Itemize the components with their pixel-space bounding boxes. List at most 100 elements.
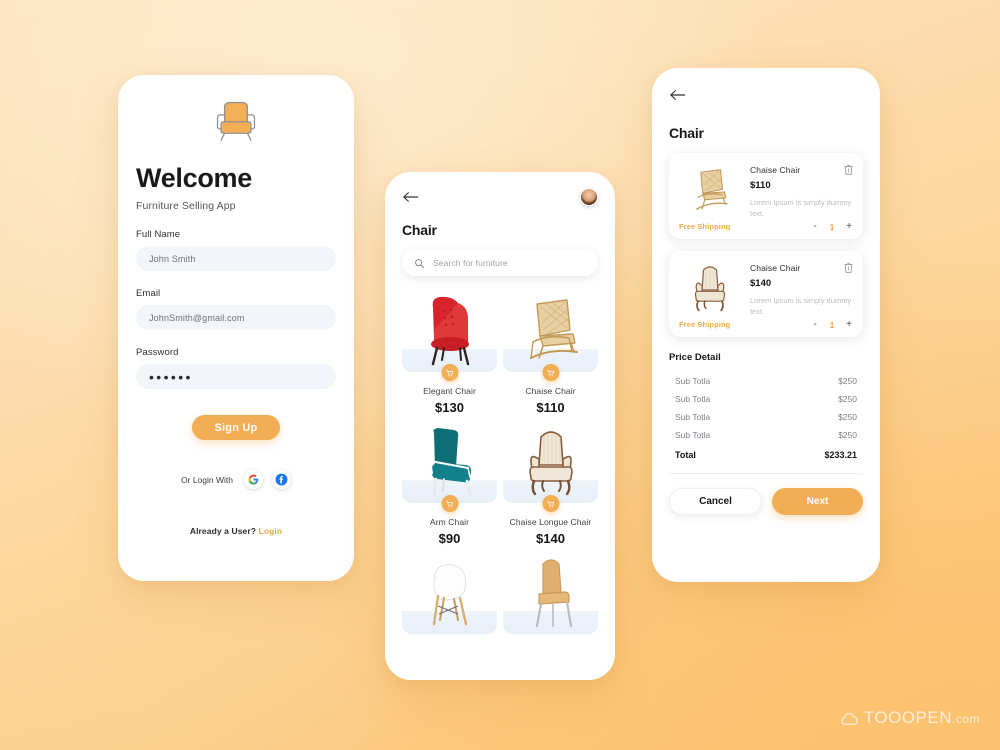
product-name: Arm Chair	[429, 517, 470, 527]
email-input[interactable]: JohnSmith@gmail.com	[136, 305, 336, 330]
trash-icon	[844, 262, 853, 273]
product-card[interactable]	[503, 552, 598, 634]
product-card[interactable]: Chaise Chair $110	[503, 290, 598, 415]
page-subtitle: Furniture Selling App	[136, 200, 236, 212]
quantity-stepper[interactable]: - 1 +	[811, 221, 853, 232]
cart-screen: Chair Chaise Chair $110 Lorem Ipsum is s…	[652, 68, 880, 582]
product-price: $130	[435, 400, 464, 415]
search-input[interactable]: Search for furniture	[402, 250, 598, 276]
antique-arm-chair-icon	[694, 266, 726, 311]
price-detail-value: $250	[838, 375, 857, 386]
price-detail-label: Sub Totla	[675, 411, 711, 422]
email-label: Email	[136, 288, 161, 299]
search-placeholder: Search for furniture	[433, 258, 508, 268]
already-user-row: Already a User? Login	[136, 526, 336, 536]
product-grid: Elegant Chair $130 Chaise Chair $110 Arm…	[402, 290, 598, 634]
trash-icon	[844, 164, 853, 175]
add-to-cart-button[interactable]	[441, 364, 458, 381]
price-detail-label: Sub Totla	[675, 375, 711, 386]
page-title: Welcome	[136, 163, 252, 193]
wooden-chair-icon	[535, 559, 572, 628]
password-field-group: Password ••••••	[136, 347, 336, 389]
decrease-quantity-button[interactable]: -	[811, 221, 819, 232]
cart-title: Chair	[669, 125, 704, 141]
login-link[interactable]: Login	[259, 526, 283, 536]
antique-arm-chair-icon	[528, 431, 573, 496]
email-field-group: Email JohnSmith@gmail.com	[136, 288, 336, 330]
add-to-cart-button[interactable]	[542, 495, 559, 512]
product-card[interactable]: Elegant Chair $130	[402, 290, 497, 415]
cart-item[interactable]: Chaise Chair $140 Lorem Ipsum is simply …	[669, 250, 863, 337]
product-image	[402, 421, 497, 503]
cart-item-name: Chaise Chair	[750, 262, 801, 273]
add-to-cart-button[interactable]	[542, 364, 559, 381]
product-name: Elegant Chair	[423, 386, 476, 396]
product-image	[503, 552, 598, 634]
rattan-rocking-chair-icon	[696, 169, 728, 210]
product-image	[402, 290, 497, 372]
full-name-input[interactable]: John Smith	[136, 246, 336, 271]
red-wingback-chair-icon	[430, 296, 469, 366]
cart-actions: Cancel Next	[669, 487, 863, 515]
total-value: $233.21	[824, 449, 857, 460]
product-card[interactable]: Arm Chair $90	[402, 421, 497, 546]
already-user-text: Already a User?	[189, 526, 257, 536]
product-image	[503, 290, 598, 372]
catalog-title: Chair	[402, 222, 437, 238]
increase-quantity-button[interactable]: +	[845, 221, 853, 232]
quantity-stepper[interactable]: - 1 +	[811, 319, 853, 330]
signup-button[interactable]: Sign Up	[192, 415, 280, 440]
google-icon	[248, 474, 259, 485]
decrease-quantity-button[interactable]: -	[811, 319, 819, 330]
google-login-button[interactable]	[243, 470, 263, 489]
cart-item-image	[679, 162, 741, 218]
product-price: $90	[438, 531, 461, 546]
product-price: $110	[536, 400, 565, 415]
cloud-icon	[841, 712, 858, 725]
free-shipping-badge: Free Shipping	[679, 320, 731, 329]
product-name: Chaise Chair	[525, 386, 576, 396]
password-input[interactable]: ••••••	[136, 364, 336, 389]
cart-icon	[546, 369, 555, 376]
price-total-row: Total $233.21	[675, 444, 857, 464]
welcome-screen: Welcome Furniture Selling App Full Name …	[118, 75, 354, 581]
increase-quantity-button[interactable]: +	[845, 319, 853, 330]
price-detail-row: Sub Totla $250	[675, 390, 857, 408]
cart-item-description: Lorem Ipsum is simply dummy text.	[750, 198, 852, 218]
delete-item-button[interactable]	[844, 162, 853, 180]
background-highlight-top	[0, 0, 760, 450]
price-detail-label: Sub Totla	[675, 393, 711, 404]
catalog-topbar	[402, 188, 598, 206]
back-arrow-icon[interactable]	[402, 190, 419, 204]
full-name-label: Full Name	[136, 229, 181, 240]
price-detail-table: Sub Totla $250 Sub Totla $250 Sub Totla …	[669, 372, 863, 464]
cart-item-description: Lorem Ipsum is simply dummy text.	[750, 295, 852, 316]
cart-item-name: Chaise Chair	[750, 165, 801, 175]
delete-item-button[interactable]	[844, 260, 853, 278]
add-to-cart-button[interactable]	[441, 495, 458, 512]
product-card[interactable]: Chaise Longue Chair $140	[503, 421, 598, 546]
cart-item-image	[679, 260, 741, 316]
watermark-text: TOOOPEN.com	[863, 708, 980, 727]
social-login-row: Or Login With	[136, 470, 336, 489]
facebook-icon	[275, 473, 288, 486]
teal-arm-chair-icon	[428, 428, 471, 497]
catalog-screen: Chair Search for furniture Elegant Chair…	[385, 172, 615, 680]
cart-item[interactable]: Chaise Chair $110 Lorem Ipsum is simply …	[669, 153, 863, 239]
cart-icon	[546, 500, 555, 507]
facebook-login-button[interactable]	[271, 470, 291, 489]
next-button[interactable]: Next	[772, 487, 863, 515]
password-label: Password	[136, 347, 179, 358]
product-image	[402, 552, 497, 634]
avatar[interactable]	[580, 188, 598, 206]
free-shipping-badge: Free Shipping	[679, 222, 731, 232]
quantity-value: 1	[829, 221, 835, 232]
price-detail-row: Sub Totla $250	[675, 408, 857, 426]
cancel-button[interactable]: Cancel	[669, 487, 762, 515]
product-card[interactable]	[402, 552, 497, 634]
price-detail-value: $250	[838, 411, 857, 422]
cart-icon	[445, 369, 454, 376]
back-arrow-icon[interactable]	[669, 88, 686, 102]
total-label: Total	[675, 449, 696, 460]
product-image	[503, 421, 598, 503]
